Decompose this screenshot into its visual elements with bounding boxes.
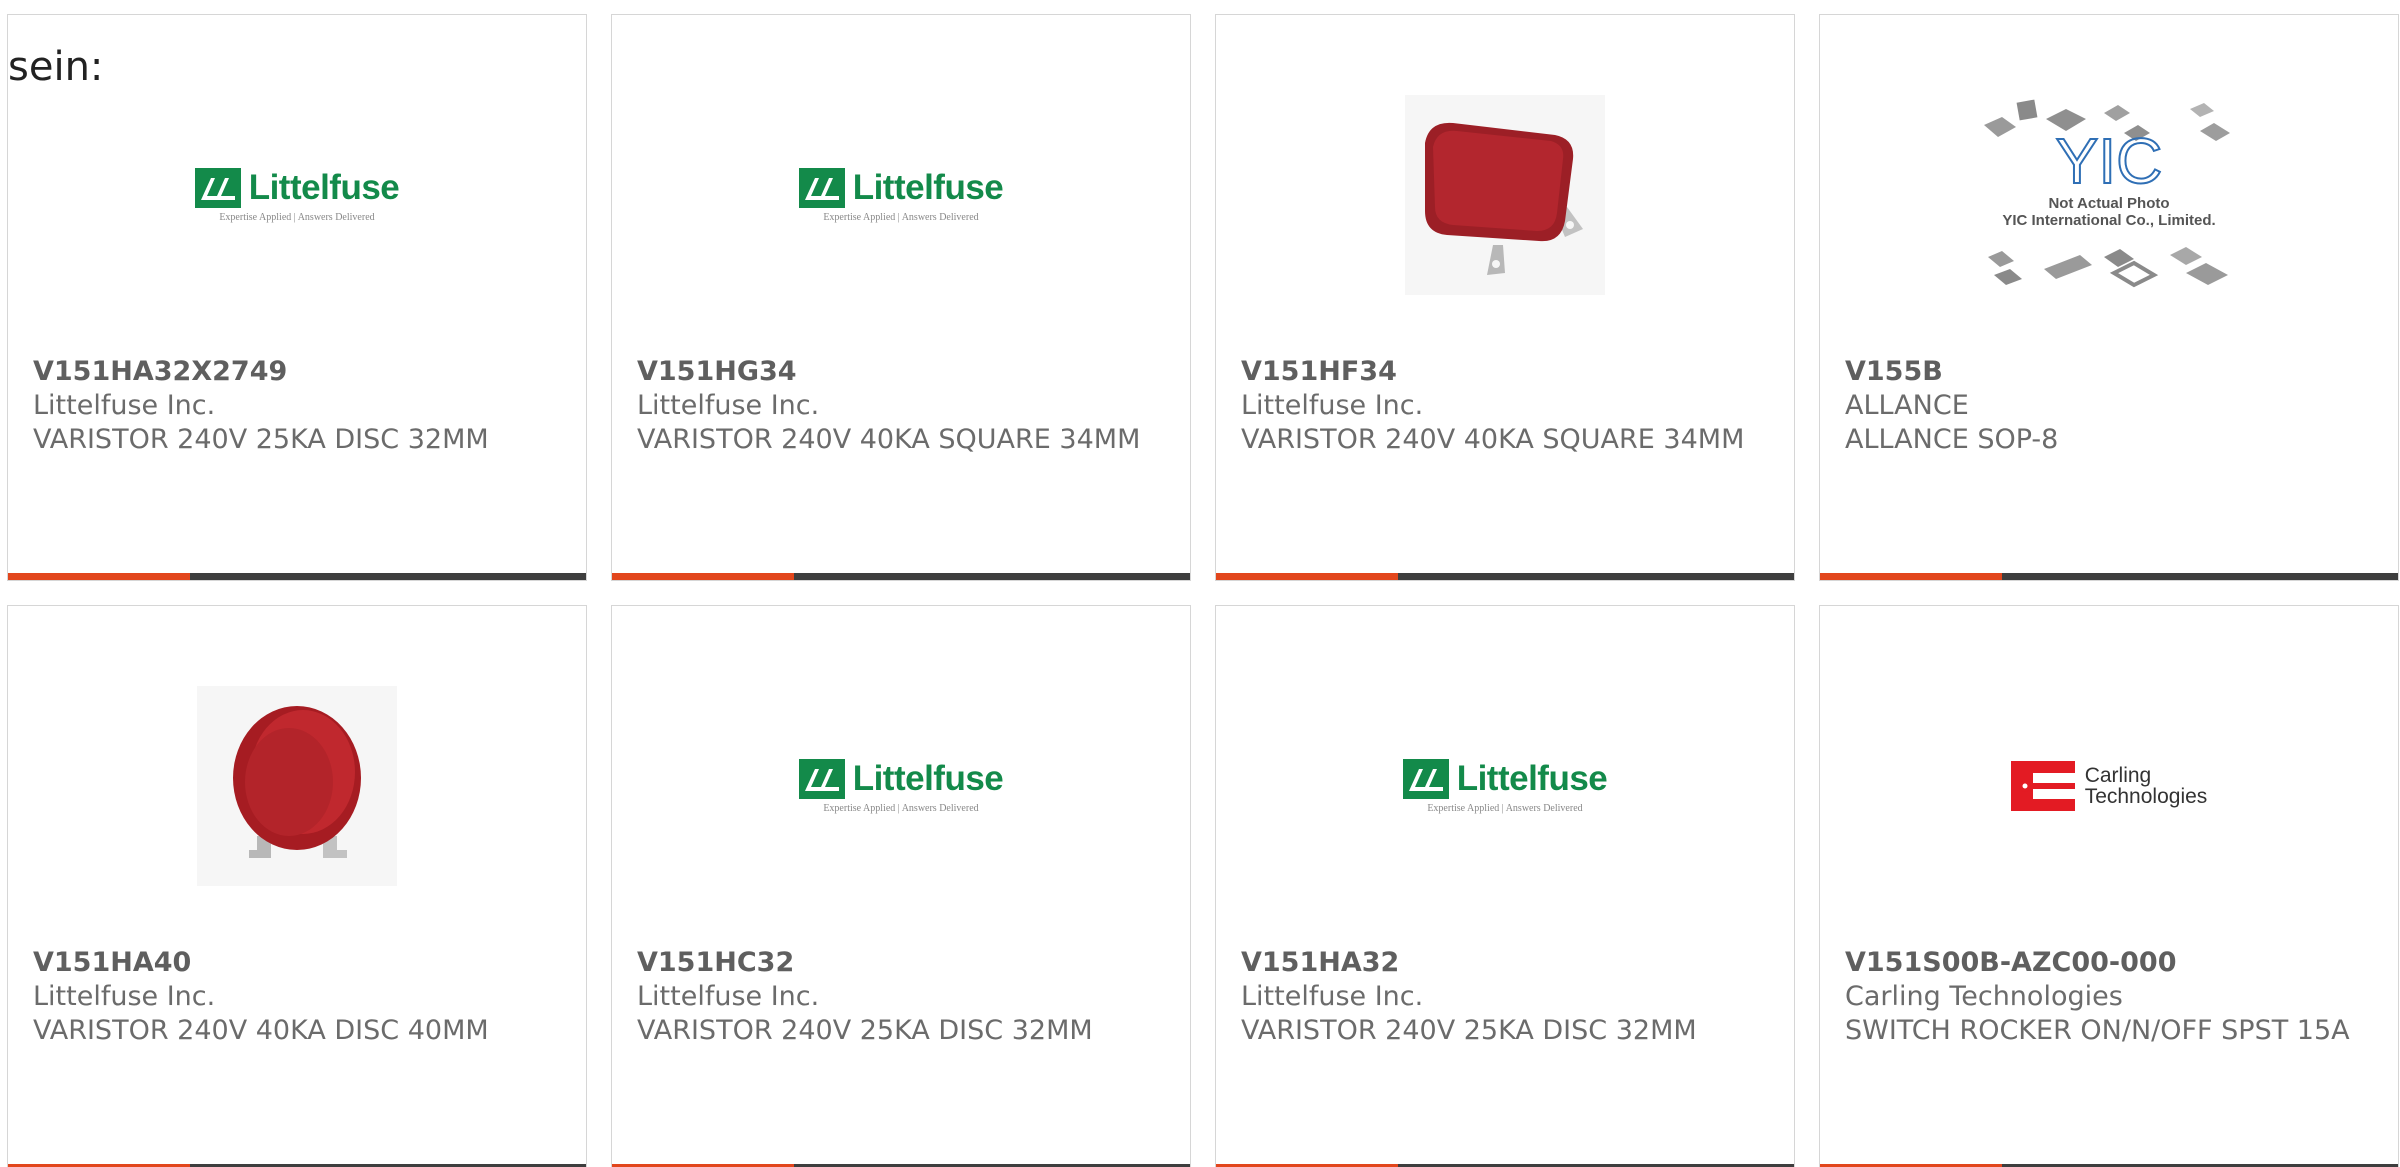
product-info: V151HF34 Littelfuse Inc. VARISTOR 240V 4… — [1241, 355, 1774, 457]
product-image[interactable] — [8, 666, 586, 906]
carling-name-line2: Technologies — [2084, 785, 2208, 808]
manufacturer: Littelfuse Inc. — [637, 390, 820, 421]
product-info: V151HA32X2749 Littelfuse Inc. VARISTOR 2… — [33, 355, 566, 457]
product-card[interactable]: Littelfuse Expertise Applied | Answers D… — [1215, 605, 1795, 1167]
product-description: VARISTOR 240V 25KA DISC 32MM — [637, 1015, 1093, 1046]
yic-caption-line1: Not Actual Photo — [2048, 195, 2170, 212]
product-description: VARISTOR 240V 25KA DISC 32MM — [33, 424, 489, 455]
square-varistor-photo-icon — [1405, 95, 1605, 295]
yic-caption-line2: YIC International Co., Limited. — [2002, 212, 2216, 229]
carling-mark-icon — [2010, 761, 2075, 811]
product-info: V151HG34 Littelfuse Inc. VARISTOR 240V 4… — [637, 355, 1170, 457]
product-description: ALLANCE SOP-8 — [1845, 424, 2059, 455]
manufacturer: Littelfuse Inc. — [33, 390, 216, 421]
ic-packages-top-icon: YIC — [1984, 99, 2230, 195]
manufacturer: Littelfuse Inc. — [1241, 981, 1424, 1012]
littelfuse-tagline: Expertise Applied | Answers Delivered — [823, 802, 979, 814]
product-info: V151HA32 Littelfuse Inc. VARISTOR 240V 2… — [1241, 946, 1774, 1048]
card-bottom-bar — [612, 573, 1190, 580]
product-image[interactable]: Littelfuse Expertise Applied | Answers D… — [612, 75, 1190, 315]
yic-mark: YIC — [2056, 125, 2163, 195]
littelfuse-tagline: Expertise Applied | Answers Delivered — [219, 211, 375, 223]
product-description: VARISTOR 240V 40KA SQUARE 34MM — [637, 424, 1141, 455]
manufacturer: Littelfuse Inc. — [33, 981, 216, 1012]
part-number[interactable]: V151HA32X2749 — [33, 355, 566, 389]
card-accent — [1216, 573, 1398, 580]
part-number[interactable]: V151HA40 — [33, 946, 566, 980]
card-bottom-bar — [1216, 573, 1794, 580]
product-info: V151HC32 Littelfuse Inc. VARISTOR 240V 2… — [637, 946, 1170, 1048]
manufacturer: Carling Technologies — [1845, 981, 2123, 1012]
product-card[interactable]: V151HA40 Littelfuse Inc. VARISTOR 240V 4… — [7, 605, 587, 1167]
part-number[interactable]: V151S00B-AZC00-000 — [1845, 946, 2378, 980]
manufacturer: ALLANCE — [1845, 390, 1969, 421]
product-card[interactable]: Littelfuse Expertise Applied | Answers D… — [7, 14, 587, 581]
littelfuse-logo: Littelfuse Expertise Applied | Answers D… — [194, 167, 400, 223]
littelfuse-name: Littelfuse — [248, 167, 400, 207]
littelfuse-name: Littelfuse — [852, 167, 1004, 207]
product-image[interactable]: Littelfuse Expertise Applied | Answers D… — [1216, 666, 1794, 906]
card-accent — [8, 573, 190, 580]
littelfuse-mark-icon — [798, 167, 845, 208]
card-bottom-bar — [1820, 573, 2398, 580]
littelfuse-name: Littelfuse — [852, 758, 1004, 798]
part-number[interactable]: V155B — [1845, 355, 2378, 389]
product-card[interactable]: Carling Technologies V151S00B-AZC00-000 … — [1819, 605, 2399, 1167]
card-bottom-bar — [8, 573, 586, 580]
ic-packages-bottom-icon — [1988, 247, 2228, 288]
product-image[interactable]: YIC Not Actual Photo YIC International C… — [1820, 55, 2398, 335]
product-image[interactable] — [1216, 75, 1794, 315]
product-card[interactable]: V151HF34 Littelfuse Inc. VARISTOR 240V 4… — [1215, 14, 1795, 581]
littelfuse-logo: Littelfuse Expertise Applied | Answers D… — [1402, 758, 1608, 814]
product-description: VARISTOR 240V 40KA DISC 40MM — [33, 1015, 489, 1046]
card-accent — [612, 573, 794, 580]
part-number[interactable]: V151HF34 — [1241, 355, 1774, 389]
product-info: V151HA40 Littelfuse Inc. VARISTOR 240V 4… — [33, 946, 566, 1048]
littelfuse-mark-icon — [798, 758, 845, 799]
littelfuse-logo: Littelfuse Expertise Applied | Answers D… — [798, 167, 1004, 223]
littelfuse-tagline: Expertise Applied | Answers Delivered — [1427, 802, 1583, 814]
product-info: V151S00B-AZC00-000 Carling Technologies … — [1845, 946, 2378, 1048]
littelfuse-name: Littelfuse — [1456, 758, 1608, 798]
carling-logo: Carling Technologies — [2010, 761, 2208, 811]
intro-text: sein: — [8, 44, 104, 90]
product-image[interactable]: Littelfuse Expertise Applied | Answers D… — [612, 666, 1190, 906]
part-number[interactable]: V151HA32 — [1241, 946, 1774, 980]
manufacturer: Littelfuse Inc. — [1241, 390, 1424, 421]
littelfuse-mark-icon — [194, 167, 241, 208]
product-card[interactable]: YIC Not Actual Photo YIC International C… — [1819, 14, 2399, 581]
product-image[interactable]: Carling Technologies — [1820, 666, 2398, 906]
page: sein: Littelfuse Expertise Applied | Ans… — [0, 0, 2400, 1167]
card-accent — [1820, 573, 2002, 580]
product-card[interactable]: Littelfuse Expertise Applied | Answers D… — [611, 14, 1191, 581]
product-description: VARISTOR 240V 40KA SQUARE 34MM — [1241, 424, 1745, 455]
littelfuse-logo: Littelfuse Expertise Applied | Answers D… — [798, 758, 1004, 814]
yic-placeholder: YIC Not Actual Photo YIC International C… — [1974, 95, 2244, 295]
littelfuse-mark-icon — [1402, 758, 1449, 799]
littelfuse-tagline: Expertise Applied | Answers Delivered — [823, 211, 979, 223]
product-description: VARISTOR 240V 25KA DISC 32MM — [1241, 1015, 1697, 1046]
product-description: SWITCH ROCKER ON/N/OFF SPST 15A — [1845, 1015, 2350, 1046]
product-info: V155B ALLANCE ALLANCE SOP-8 — [1845, 355, 2378, 457]
product-grid: Littelfuse Expertise Applied | Answers D… — [7, 14, 2400, 1167]
carling-name-line1: Carling — [2084, 764, 2152, 787]
part-number[interactable]: V151HC32 — [637, 946, 1170, 980]
part-number[interactable]: V151HG34 — [637, 355, 1170, 389]
disc-varistor-photo-icon — [197, 686, 397, 886]
product-card[interactable]: Littelfuse Expertise Applied | Answers D… — [611, 605, 1191, 1167]
manufacturer: Littelfuse Inc. — [637, 981, 820, 1012]
product-image[interactable]: Littelfuse Expertise Applied | Answers D… — [8, 75, 586, 315]
